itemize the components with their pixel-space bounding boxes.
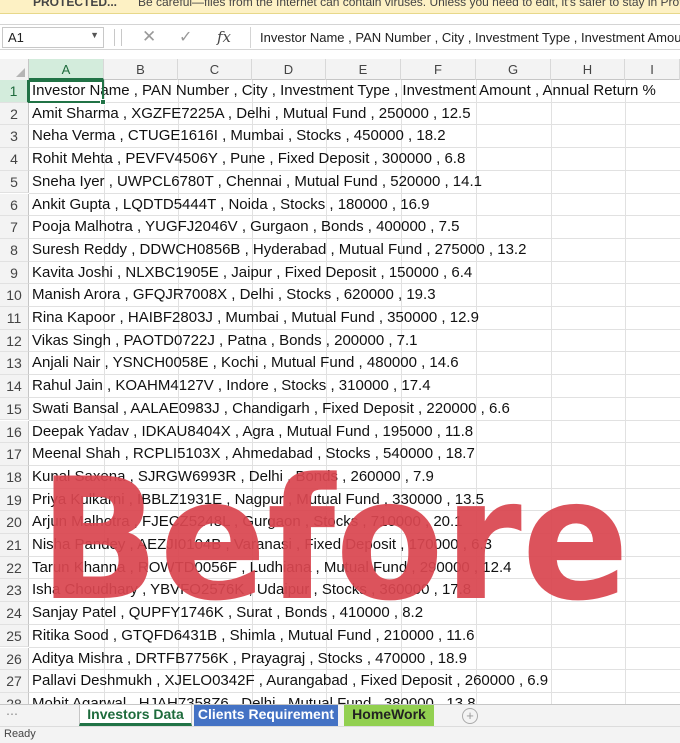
cell-a-text[interactable]: Kunal Saxena , SJRGW6993R , Delhi , Bond… [32,466,434,489]
select-all-corner[interactable] [0,59,29,80]
row-header[interactable]: 26 [0,647,29,671]
cell-a-text[interactable]: Rina Kapoor , HAIBF2803J , Mumbai , Mutu… [32,307,479,330]
row-header[interactable]: 19 [0,488,29,512]
column-header-c[interactable]: C [178,59,252,80]
row-header[interactable]: 15 [0,397,29,421]
sheet-tab-bar: ⋯ Investors Data Clients Requirement Hom… [0,704,680,726]
cell-a-text[interactable]: Tarun Khanna , ROWTD0056F , Ludhiana , M… [32,557,511,580]
cell-a-text[interactable]: Suresh Reddy , DDWCH0856B , Hyderabad , … [32,239,526,262]
row-header[interactable]: 22 [0,556,29,580]
cell-a-text[interactable]: Pallavi Deshmukh , XJELO0342F , Aurangab… [32,670,548,693]
protected-view-label: PROTECTED... [33,0,118,9]
row-header[interactable]: 28 [0,692,29,704]
row-header[interactable]: 25 [0,624,29,648]
cell-a-text[interactable]: Neha Verma , CTUGE1616I , Mumbai , Stock… [32,125,446,148]
cell-a-text[interactable]: Investor Name , PAN Number , City , Inve… [32,80,656,103]
row-header[interactable]: 9 [0,261,29,285]
tab-clients-requirement[interactable]: Clients Requirement [194,705,338,726]
status-text: Ready [4,728,36,740]
row-header[interactable]: 7 [0,216,29,239]
column-header-b[interactable]: B [104,59,178,80]
row-header[interactable]: 6 [0,193,29,217]
column-header-i[interactable]: I [625,59,680,80]
cell-a-text[interactable]: Rohit Mehta , PEVFV4506Y , Pune , Fixed … [32,148,465,171]
row-header[interactable]: 5 [0,170,29,194]
row-header[interactable]: 3 [0,125,29,149]
row-header[interactable]: 12 [0,329,29,353]
checkmark-icon[interactable]: ✓ [179,27,192,47]
cell-a-text[interactable]: Sneha Iyer , UWPCL6780T , Chennai , Mutu… [32,171,482,194]
row-header[interactable]: 10 [0,284,29,307]
cell-a-text[interactable]: Swati Bansal , AALAE0983J , Chandigarh ,… [32,398,510,421]
column-header-g[interactable]: G [476,59,551,80]
column-header-h[interactable]: H [551,59,625,80]
row-header[interactable]: 13 [0,352,29,376]
row-header[interactable]: 2 [0,102,29,126]
column-header-d[interactable]: D [252,59,326,80]
row-header[interactable]: 14 [0,375,29,398]
cell-a-text[interactable]: Sanjay Patel , QUPFY1746K , Surat , Bond… [32,602,423,625]
formula-separator [121,29,122,46]
fx-icon[interactable]: fx [217,28,231,46]
row-header[interactable]: 8 [0,238,29,262]
cell-a-text[interactable]: Ankit Gupta , LQDTD5444T , Noida , Stock… [32,194,429,217]
formula-bar: A1 ▼ ✕ ✓ fx Investor Name , PAN Number ,… [0,24,680,50]
row-header[interactable]: 11 [0,307,29,330]
cell-a-text[interactable]: Pooja Malhotra , YUGFJ2046V , Gurgaon , … [32,216,460,239]
cell-a-text[interactable]: Amit Sharma , XGZFE7225A , Delhi , Mutua… [32,103,471,126]
row-header[interactable]: 1 [0,80,29,103]
cell-a-text[interactable]: Isha Choudhary , YBVFO2576K , Udaipur , … [32,579,471,602]
column-header-e[interactable]: E [326,59,401,80]
cell-a-text[interactable]: Mohit Agarwal , HJAH7358Z6 , Delhi , Mut… [32,693,476,704]
cell-a-text[interactable]: Aditya Mishra , DRTFB7756K , Prayagraj ,… [32,648,467,671]
row-header[interactable]: 23 [0,579,29,603]
row-header[interactable]: 20 [0,511,29,534]
cell-a-text[interactable]: Deepak Yadav , IDKAU8404X , Agra , Mutua… [32,421,473,444]
cell-a-text[interactable]: Nisha Pandey , AEZJI0104B , Varanasi , F… [32,534,492,557]
formula-separator [114,29,115,46]
row-header[interactable]: 24 [0,602,29,625]
column-header-row: ABCDEFGHI [0,59,680,80]
cell-a-text[interactable]: Kavita Joshi , NLXBC1905E , Jaipur , Fix… [32,262,472,285]
cancel-x-icon[interactable]: ✕ [142,27,156,47]
select-all-triangle-icon [16,68,25,77]
tab-scroll-dots-icon[interactable]: ⋯ [6,707,18,721]
chevron-down-icon[interactable]: ▼ [90,30,99,40]
grid-line [551,80,552,704]
formula-gap [0,50,680,59]
grid-line [625,80,626,704]
row-header[interactable]: 21 [0,534,29,557]
cell-a-text[interactable]: Vikas Singh , PAOTD0722J , Patna , Bonds… [32,330,418,353]
name-box[interactable]: A1 ▼ [2,27,104,48]
cell-a-text[interactable]: Anjali Nair , YSNCH0058E , Kochi , Mutua… [32,352,459,375]
status-bar: Ready [0,726,680,743]
tab-homework[interactable]: HomeWork [344,705,434,726]
cell-a-text[interactable]: Arjun Malhotra , FJECZ5248L , Gurgaon , … [32,511,463,534]
tab-investors-data[interactable]: Investors Data [79,705,192,726]
cell-a-text[interactable]: Meenal Shah , RCPLI5103X , Ahmedabad , S… [32,443,475,466]
plus-circle-icon[interactable]: + [462,708,478,724]
cell-a-text[interactable]: Priya Kulkarni , IBBLZ1931E , Nagpur , M… [32,489,484,512]
protected-view-bar: PROTECTED... Be careful—files from the I… [0,0,680,14]
name-box-value: A1 [8,30,24,45]
ribbon-gap [0,14,680,24]
column-header-a[interactable]: A [29,59,104,80]
row-header[interactable]: 17 [0,443,29,466]
cell-a-text[interactable]: Manish Arora , GFQJR7008X , Delhi , Stoc… [32,284,436,307]
row-header[interactable]: 16 [0,420,29,444]
row-header[interactable]: 18 [0,465,29,489]
cell-a-text[interactable]: Rahul Jain , KOAHM4127V , Indore , Stock… [32,375,431,398]
row-header[interactable]: 4 [0,148,29,171]
protected-view-message: Be careful—files from the Internet can c… [138,0,680,9]
cell-a-text[interactable]: Ritika Sood , GTQFD6431B , Shimla , Mutu… [32,625,474,648]
worksheet-grid[interactable]: 1 Investor Name , PAN Number , City , Inv… [0,80,680,704]
formula-input[interactable]: Investor Name , PAN Number , City , Inve… [250,27,680,48]
column-header-f[interactable]: F [401,59,476,80]
row-header[interactable]: 27 [0,670,29,693]
